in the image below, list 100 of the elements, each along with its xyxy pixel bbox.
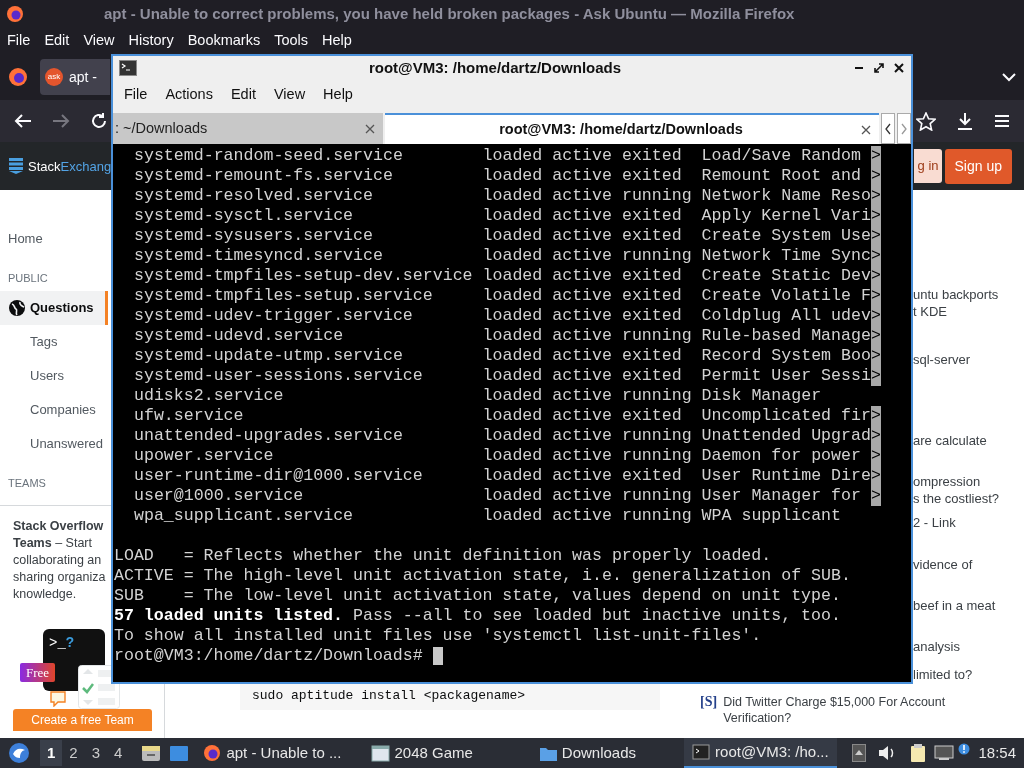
terminal-line: systemd-timesyncd.service loaded active running Network Time Sync [134,246,871,266]
scroll-left-button[interactable] [881,113,895,144]
terminal-line: systemd-tmpfiles-setup.service loaded active exited Create Volatile F [134,286,871,306]
nav-item[interactable]: Tags [0,324,108,359]
terminal-tab[interactable]: : ~/Downloads [113,113,383,144]
chevron-left-icon [885,122,891,135]
show-desktop-icon[interactable] [169,744,190,762]
terminal-line: systemd-udevd.service loaded active running Rule-based Manage [134,326,871,346]
terminal-line: To show all installed unit files use 'systemctl list-unit-files'. [114,626,762,646]
terminal-line: ACTIVE = The high-level unit activation state, i.e. generalization of SUB. [114,566,851,586]
menu-item[interactable]: Help [322,30,352,52]
file-manager-icon[interactable] [141,744,162,762]
tab-label: : ~/Downloads [115,118,209,138]
question-glyph: ? [65,635,75,651]
nav-item[interactable]: Home [0,222,108,256]
truncation-marker: > [870,186,881,206]
download-icon[interactable] [956,112,974,130]
start-menu-icon[interactable] [8,742,30,764]
back-icon[interactable] [14,113,32,129]
menu-item[interactable]: View [264,84,315,106]
terminal-line: ufw.service loaded active exited Uncomplicated fir [134,406,871,426]
menu-icon[interactable] [994,114,1010,128]
menu-item[interactable]: Bookmarks [187,30,261,52]
nav-item[interactable]: Users [0,358,108,393]
workspace-button[interactable]: 1 [40,739,63,767]
question-link[interactable]: are calculate [913,432,1024,449]
close-icon[interactable] [893,62,905,74]
menu-item[interactable]: File [7,30,31,52]
menu-item[interactable]: Edit [221,84,265,106]
firefox-icon[interactable] [8,67,28,87]
nav-item[interactable]: Questions [0,290,108,325]
question-link[interactable]: untu backports t KDE [913,286,1024,320]
task-label: apt - Unable to ... [226,742,342,763]
menu-item[interactable]: File [115,84,157,106]
site-logo[interactable]: StackExchang [28,154,112,178]
login-button[interactable]: g in [913,149,942,183]
tab-label: root@VM3: /home/dartz/Downloads [498,119,744,139]
question-link[interactable]: Did Twitter Charge $15,000 For Account Verification? [723,694,950,726]
firefox-icon [6,5,24,23]
question-link[interactable]: beef in a meat [913,597,1024,614]
comment-icon [50,691,66,707]
maximize-icon[interactable] [873,62,885,74]
notification-icon[interactable] [958,743,971,755]
question-link[interactable]: ompression s the costliest? [913,473,1024,507]
menu-item[interactable]: Tools [274,30,309,52]
nav-item[interactable]: Unanswered [0,426,108,461]
truncation-marker: > [870,146,881,166]
menu-item[interactable]: Help [314,84,362,106]
taskbar-button[interactable]: apt - Unable to ... [195,738,350,768]
menu-item[interactable]: Actions [156,84,222,106]
close-icon[interactable] [861,124,871,135]
task-label: root@VM3: /ho... [715,741,829,762]
question-link[interactable]: vidence of [913,556,1024,573]
nav-item[interactable]: Companies [0,392,108,427]
teams-promo-text: Stack Overflow Teams – Start collaborating an sharing organiza knowledge. [13,518,106,603]
browser-tab[interactable]: ask apt - [40,59,110,95]
terminal-line: upower.service loaded active running Daemon for power [134,446,862,466]
menu-item[interactable]: History [128,30,174,52]
clock: 18:54 [978,742,1016,763]
favicon: ask [45,68,63,86]
network-icon[interactable] [934,745,955,761]
truncation-marker: > [870,346,881,366]
shell-prompt: root@VM3:/home/dartz/Downloads# [114,646,423,666]
truncation-marker: > [870,286,881,306]
workspace-button[interactable]: 4 [107,739,130,767]
truncation-marker: > [870,166,881,186]
question-link[interactable]: sql-server [913,351,1024,368]
menu-item[interactable]: View [83,30,115,52]
question-link[interactable]: analysis [913,638,1024,655]
truncation-marker: > [870,466,881,486]
signup-button[interactable]: Sign up [944,148,1012,184]
terminal-line: systemd-udev-trigger.service loaded active exited Coldplug All udev [134,306,871,326]
window-title: apt - Unable to correct problems, you have held broken packages - Ask Ubuntu — Mozilla Firefox [104,3,795,24]
taskbar-button[interactable]: root@VM3: /ho... [684,738,837,768]
chevron-right-icon [901,122,907,135]
question-link[interactable]: 2 - Link [913,514,1024,531]
terminal-tab[interactable]: root@VM3: /home/dartz/Downloads [385,113,879,144]
clipboard-icon[interactable] [910,743,927,763]
terminal-line: udisks2.service loaded active running Disk Manager [134,386,822,406]
workspace-button[interactable]: 3 [84,739,108,767]
terminal-line: systemd-random-seed.service loaded active exited Load/Save Random [134,146,862,166]
globe-icon [8,298,26,317]
taskbar-button[interactable]: 2048 Game [363,738,481,768]
taskbar-button[interactable]: Downloads [530,738,645,768]
tab-title: apt - [69,67,97,87]
truncation-marker: > [870,486,881,506]
site-icon: [S] [700,694,718,726]
reload-icon[interactable] [90,112,108,130]
firefox-icon [203,743,223,763]
terminal-line: user-runtime-dir@1000.service loaded active exited User Runtime Dire [134,466,871,486]
menu-item[interactable]: Edit [44,30,70,52]
workspace-button[interactable]: 2 [62,739,85,767]
question-link[interactable]: limited to? [913,666,1024,683]
chevron-down-icon[interactable] [1002,72,1016,82]
star-icon[interactable] [916,111,936,131]
truncation-marker: > [870,426,881,446]
forward-icon[interactable] [52,113,70,129]
terminal-line: systemd-sysctl.service loaded active exited Apply Kernel Vari [134,206,871,226]
terminal-line: SUB = The low-level unit activation state, values depend on unit type. [114,586,841,606]
stack-logo-icon[interactable] [8,157,24,175]
